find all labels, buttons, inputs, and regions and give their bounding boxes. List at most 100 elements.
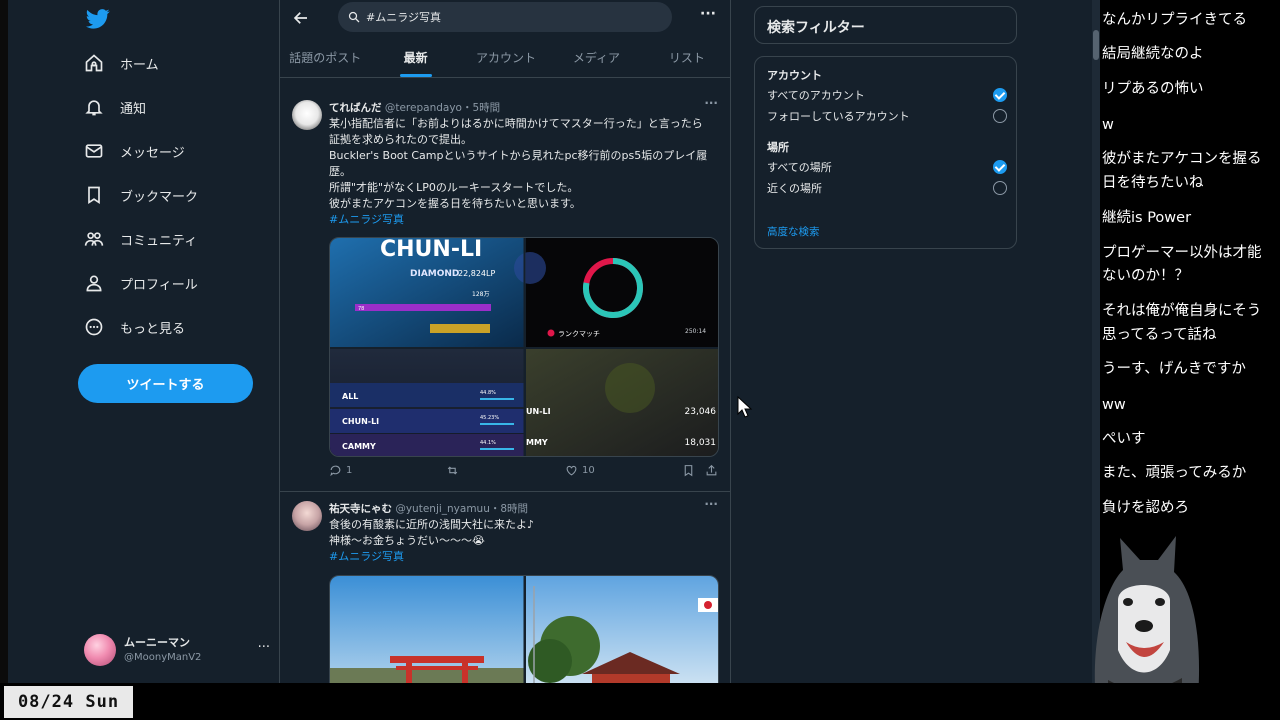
radio-empty-icon[interactable] xyxy=(993,181,1007,195)
radio-checked-icon[interactable] xyxy=(993,160,1007,174)
chat-message: w xyxy=(1102,117,1114,133)
tweet-time[interactable]: ・8時間 xyxy=(490,503,528,515)
tab-latest[interactable]: 最新 xyxy=(370,38,460,77)
reply-icon xyxy=(330,465,341,477)
filter-option-label: フォローしているアカウント xyxy=(767,110,910,123)
tweet-media-grid[interactable] xyxy=(329,575,719,683)
twitter-bird-icon[interactable] xyxy=(86,8,110,30)
home-icon xyxy=(85,54,103,72)
heart-icon xyxy=(566,465,577,476)
account-handle: @MoonyManV2 xyxy=(124,652,202,663)
search-filter-title: 検索フィルター xyxy=(754,6,1017,44)
tab-media[interactable]: メディア xyxy=(551,38,641,77)
search-input[interactable] xyxy=(366,10,666,24)
account-switcher[interactable]: ムーニーマン @MoonyManV2 ··· xyxy=(84,630,274,670)
sidebar: ホーム 通知 メッセージ ブックマーク コミュニティ プロフィール もっと見る … xyxy=(8,0,278,683)
media1-title: CHUN-LI xyxy=(380,238,482,262)
tweet-more-icon[interactable]: ··· xyxy=(704,497,718,511)
chat-message: 結局継続なのよ xyxy=(1102,46,1204,62)
account-text: ムーニーマン @MoonyManV2 xyxy=(124,635,201,665)
media1-rank: DIAMOND xyxy=(410,269,459,279)
tweet-text: 某小指配信者に「お前よりはるかに時間かけてマスター行った」と言ったら 証拠を求め… xyxy=(329,116,719,228)
tweet-author-handle[interactable]: @terepandayo xyxy=(385,102,462,114)
like-button[interactable]: 10 xyxy=(565,464,595,477)
retweet-icon xyxy=(447,466,458,475)
chat-message: ぺいす xyxy=(1102,431,1146,447)
reply-count: 1 xyxy=(346,465,353,476)
tweet-more-icon[interactable]: ··· xyxy=(704,96,718,110)
tweet-button[interactable]: ツイートする xyxy=(78,364,253,403)
nav-messages[interactable]: メッセージ xyxy=(84,133,197,169)
torii-gate xyxy=(390,656,484,663)
tweet[interactable]: てればんだ @terepandayo・5時間 ··· 某小指配信者に「お前よりは… xyxy=(280,92,730,492)
tweet-media-grid[interactable]: CHUN-LI DIAMOND 22,824LP 128万 78 ランクマッチ … xyxy=(329,237,719,457)
avatar xyxy=(84,634,116,666)
hashtag-link[interactable]: #ムニラジ写真 xyxy=(329,212,719,228)
reply-button[interactable]: 1 xyxy=(329,464,352,477)
chat-message: ないのか！？ xyxy=(1102,268,1189,284)
search-tabs: 話題のポスト 最新 アカウント メディア リスト xyxy=(280,38,730,78)
media3-row-pct: 45.23% xyxy=(480,415,499,421)
filter-option-all-locations[interactable]: すべての場所 xyxy=(767,159,1007,177)
bookmark-button[interactable] xyxy=(682,464,695,477)
media-images: CHUN-LI DIAMOND 22,824LP 128万 78 ランクマッチ … xyxy=(330,238,718,456)
back-arrow-icon[interactable] xyxy=(292,9,310,27)
tweet-time[interactable]: ・5時間 xyxy=(462,102,500,114)
chat-message: 継続is Power xyxy=(1102,210,1192,226)
like-count: 10 xyxy=(582,465,595,476)
hashtag-link[interactable]: #ムニラジ写真 xyxy=(329,549,719,565)
media3-row-pct: 44.8% xyxy=(480,390,496,396)
share-button[interactable] xyxy=(705,464,718,477)
tweet-author-name[interactable]: てればんだ xyxy=(329,102,382,114)
nav-more[interactable]: もっと見る xyxy=(84,309,197,345)
tweet[interactable]: 祐天寺にゃむ @yutenji_nyamuu・8時間 ··· 食後の有酸素に近所… xyxy=(280,493,730,683)
retweet-button[interactable] xyxy=(446,464,463,477)
nav-home[interactable]: ホーム xyxy=(84,45,171,81)
search-more-icon[interactable]: ··· xyxy=(700,6,716,22)
tweet-line: Buckler's Boot Campというサイトから見れたpc移行前のps5垢… xyxy=(329,149,708,162)
chat-message: うーす、げんきですか xyxy=(1102,361,1246,377)
account-more-icon[interactable]: ··· xyxy=(258,640,270,655)
media2-label: ランクマッチ xyxy=(558,330,600,338)
filter-option-label: すべての場所 xyxy=(767,161,832,174)
chat-message: 負けを認めろ xyxy=(1102,500,1189,516)
nav-notifications[interactable]: 通知 xyxy=(84,89,158,125)
chat-message: 思ってるって話ね xyxy=(1102,327,1217,343)
media3-row-name: CAMMY xyxy=(342,442,376,451)
tweet-line: 食後の有酸素に近所の浅間大社に来たよ♪ xyxy=(329,518,535,531)
tab-accounts[interactable]: アカウント xyxy=(461,38,551,77)
filter-option-all-accounts[interactable]: すべてのアカウント xyxy=(767,87,1007,105)
share-icon xyxy=(706,464,717,476)
filter-option-nearby[interactable]: 近くの場所 xyxy=(767,180,1007,198)
filter-option-following[interactable]: フォローしているアカウント xyxy=(767,108,1007,126)
nav-profile[interactable]: プロフィール xyxy=(84,265,210,301)
scrollbar-thumb[interactable] xyxy=(1093,30,1099,60)
tweet-avatar[interactable] xyxy=(292,100,322,130)
tweet-author-handle[interactable]: @yutenji_nyamuu xyxy=(395,503,490,515)
search-filter-panel: アカウント すべてのアカウント フォローしているアカウント 場所 すべての場所 … xyxy=(754,56,1017,249)
media1-lp: 22,824LP xyxy=(458,269,495,278)
nav-communities[interactable]: コミュニティ xyxy=(84,221,209,257)
tweet-header: てればんだ @terepandayo・5時間 xyxy=(329,100,500,115)
tweet-line: 某小指配信者に「お前よりはるかに時間かけてマスター行った」と言ったら xyxy=(329,117,703,130)
tweet-author-name[interactable]: 祐天寺にゃむ xyxy=(329,503,392,515)
chat-message: なんかリプライきてる xyxy=(1102,12,1247,28)
date-label: 08/24 Sun xyxy=(4,686,133,718)
nav-bookmarks[interactable]: ブックマーク xyxy=(84,177,210,213)
tab-lists[interactable]: リスト xyxy=(642,38,730,77)
radio-empty-icon[interactable] xyxy=(993,109,1007,123)
nav-more-label: もっと見る xyxy=(120,321,186,337)
left-edge xyxy=(0,0,8,683)
radio-checked-icon[interactable] xyxy=(993,88,1007,102)
media4-row-name: MMY xyxy=(526,438,548,447)
media-images xyxy=(330,576,718,683)
filter-section-location: 場所 xyxy=(767,141,789,154)
advanced-search-link[interactable]: 高度な検索 xyxy=(767,224,820,239)
media1-stat: 128万 xyxy=(472,291,489,298)
media2-time: 250:14 xyxy=(685,328,706,335)
mouse-cursor-icon xyxy=(737,396,753,418)
media3-row-name: ALL xyxy=(342,392,358,401)
tweet-avatar[interactable] xyxy=(292,501,322,531)
tab-top[interactable]: 話題のポスト xyxy=(280,38,370,77)
search-box[interactable] xyxy=(338,2,672,32)
